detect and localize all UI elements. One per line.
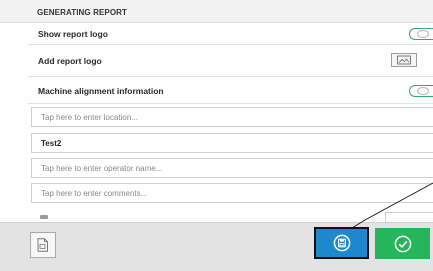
save-report-button[interactable] [314, 227, 369, 259]
save-disk-icon [333, 234, 350, 252]
location-field[interactable]: Tap here to enter location... [31, 107, 433, 127]
confirm-button[interactable] [375, 228, 430, 259]
bottom-toolbar [0, 222, 433, 271]
setting-label: Machine alignment information [38, 86, 164, 96]
date-field-partial[interactable] [385, 212, 433, 222]
checkmark-icon [394, 235, 411, 252]
comments-field[interactable]: Tap here to enter comments... [31, 183, 433, 203]
add-logo-button[interactable] [391, 53, 417, 67]
report-preview-button[interactable] [30, 232, 56, 258]
date-label-partial [40, 215, 48, 219]
setting-row-machine-alignment: Machine alignment information [28, 77, 433, 104]
operator-name-field[interactable]: Tap here to enter operator name... [31, 158, 433, 178]
toggle-knob [417, 87, 429, 95]
operator-placeholder: Tap here to enter operator name... [41, 164, 163, 173]
test-name-value: Test2 [41, 139, 62, 148]
machine-alignment-toggle[interactable] [409, 85, 433, 97]
section-title: GENERATING REPORT [37, 8, 128, 17]
show-logo-toggle[interactable] [409, 28, 433, 40]
comments-placeholder: Tap here to enter comments... [41, 189, 148, 198]
date-row-partial [31, 206, 433, 222]
section-header: GENERATING REPORT [0, 0, 433, 23]
report-settings-screen: GENERATING REPORT Show report logo Add r… [0, 0, 433, 271]
image-icon [397, 55, 411, 65]
setting-label: Add report logo [38, 56, 102, 66]
document-icon [37, 238, 48, 252]
test-name-field[interactable]: Test2 [31, 133, 433, 153]
toggle-knob [417, 30, 429, 38]
setting-row-add-logo: Add report logo [28, 45, 433, 77]
setting-row-show-logo: Show report logo [28, 23, 433, 45]
setting-label: Show report logo [38, 29, 108, 39]
location-placeholder: Tap here to enter location... [41, 113, 138, 122]
